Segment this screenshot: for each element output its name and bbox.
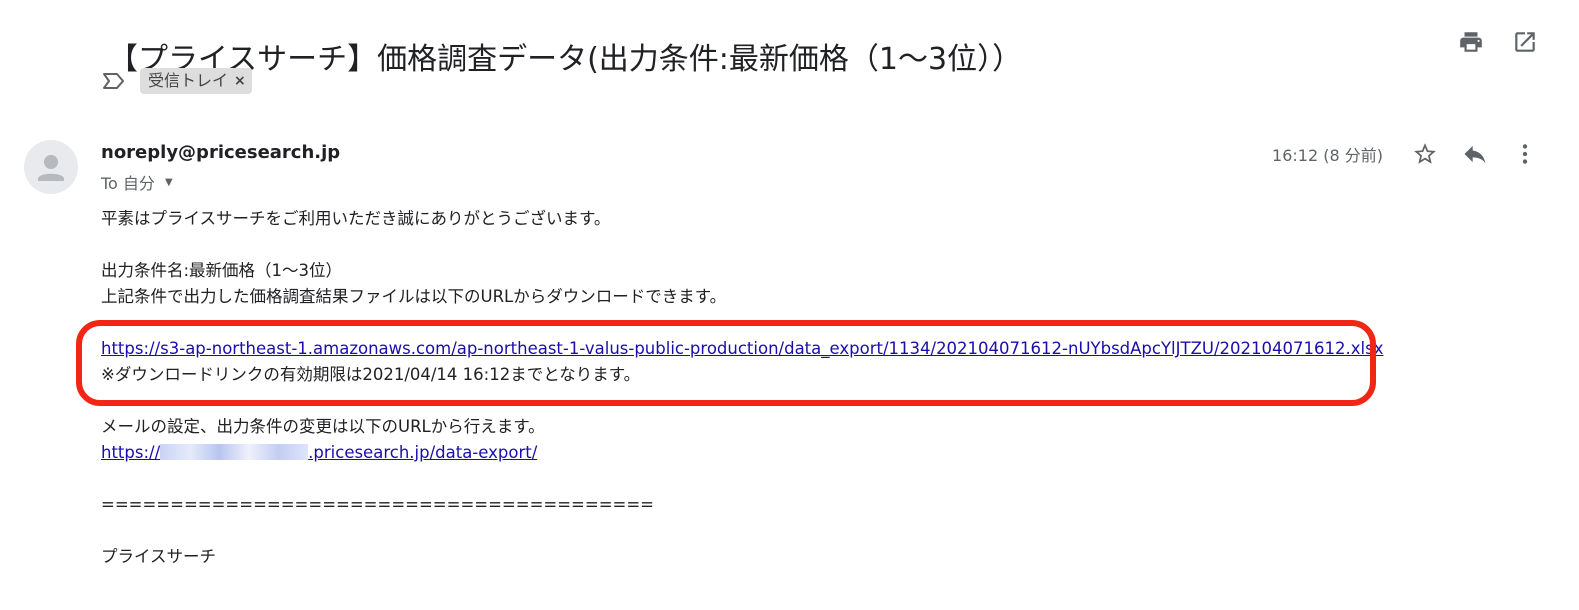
reply-button[interactable]: [1461, 140, 1489, 168]
message-meta: 16:12 (8 分前): [1272, 140, 1539, 168]
reply-icon: [1464, 145, 1486, 164]
recipient-details-dropdown-icon[interactable]: ▼: [165, 177, 173, 188]
condition-name-text: 出力条件名:最新価格（1〜3位）: [101, 261, 343, 280]
redacted-subdomain: [160, 444, 309, 460]
divider-text: ========================================: [101, 495, 655, 514]
settings-note-text: メールの設定、出力条件の変更は以下のURLから行えます。: [101, 417, 545, 436]
print-icon: [1460, 32, 1482, 52]
default-avatar-icon: [38, 155, 64, 181]
inbox-label-chip[interactable]: 受信トレイ ×: [140, 68, 252, 94]
label-icon: [103, 73, 124, 89]
more-vertical-icon: [1522, 144, 1528, 164]
download-note-text: 上記条件で出力した価格調査結果ファイルは以下のURLからダウンロードできます。: [101, 287, 727, 306]
label-row: 受信トレイ ×: [102, 68, 252, 94]
settings-link-prefix: https://: [101, 443, 161, 462]
settings-link-suffix: .pricesearch.jp/data-export/: [308, 443, 538, 462]
settings-link[interactable]: https:// .pricesearch.jp/data-export/: [101, 443, 537, 462]
signature-text: プライスサーチ: [101, 547, 217, 566]
more-options-button[interactable]: [1511, 140, 1539, 168]
open-in-new-window-icon: [1515, 32, 1535, 52]
print-button[interactable]: [1457, 28, 1485, 56]
greeting-text: 平素はプライスサーチをご利用いただき誠にありがとうございます。: [101, 209, 611, 228]
top-actions: [1457, 28, 1539, 56]
download-link[interactable]: https://s3-ap-northeast-1.amazonaws.com/…: [101, 339, 1383, 358]
sender-avatar: [24, 140, 78, 194]
timestamp: 16:12 (8 分前): [1272, 146, 1383, 165]
open-in-new-window-button[interactable]: [1511, 28, 1539, 56]
recipient-line: To 自分 ▼: [101, 170, 173, 194]
remove-label-button[interactable]: ×: [234, 70, 246, 92]
email-view: 【プライスサーチ】価格調査データ(出力条件:最新価格（1〜3位）） 受信トレイ …: [0, 0, 1579, 610]
star-icon: [1414, 143, 1436, 164]
sender-address: noreply@pricesearch.jp: [101, 142, 341, 163]
inbox-label-text: 受信トレイ: [148, 71, 229, 90]
recipient-text: To 自分: [101, 174, 155, 193]
star-button[interactable]: [1411, 140, 1439, 168]
expiry-note-text: ※ダウンロードリンクの有効期限は2021/04/14 16:12までとなります。: [101, 365, 641, 384]
email-body: 平素はプライスサーチをご利用いただき誠にありがとうございます。 出力条件名:最新…: [101, 206, 1383, 570]
